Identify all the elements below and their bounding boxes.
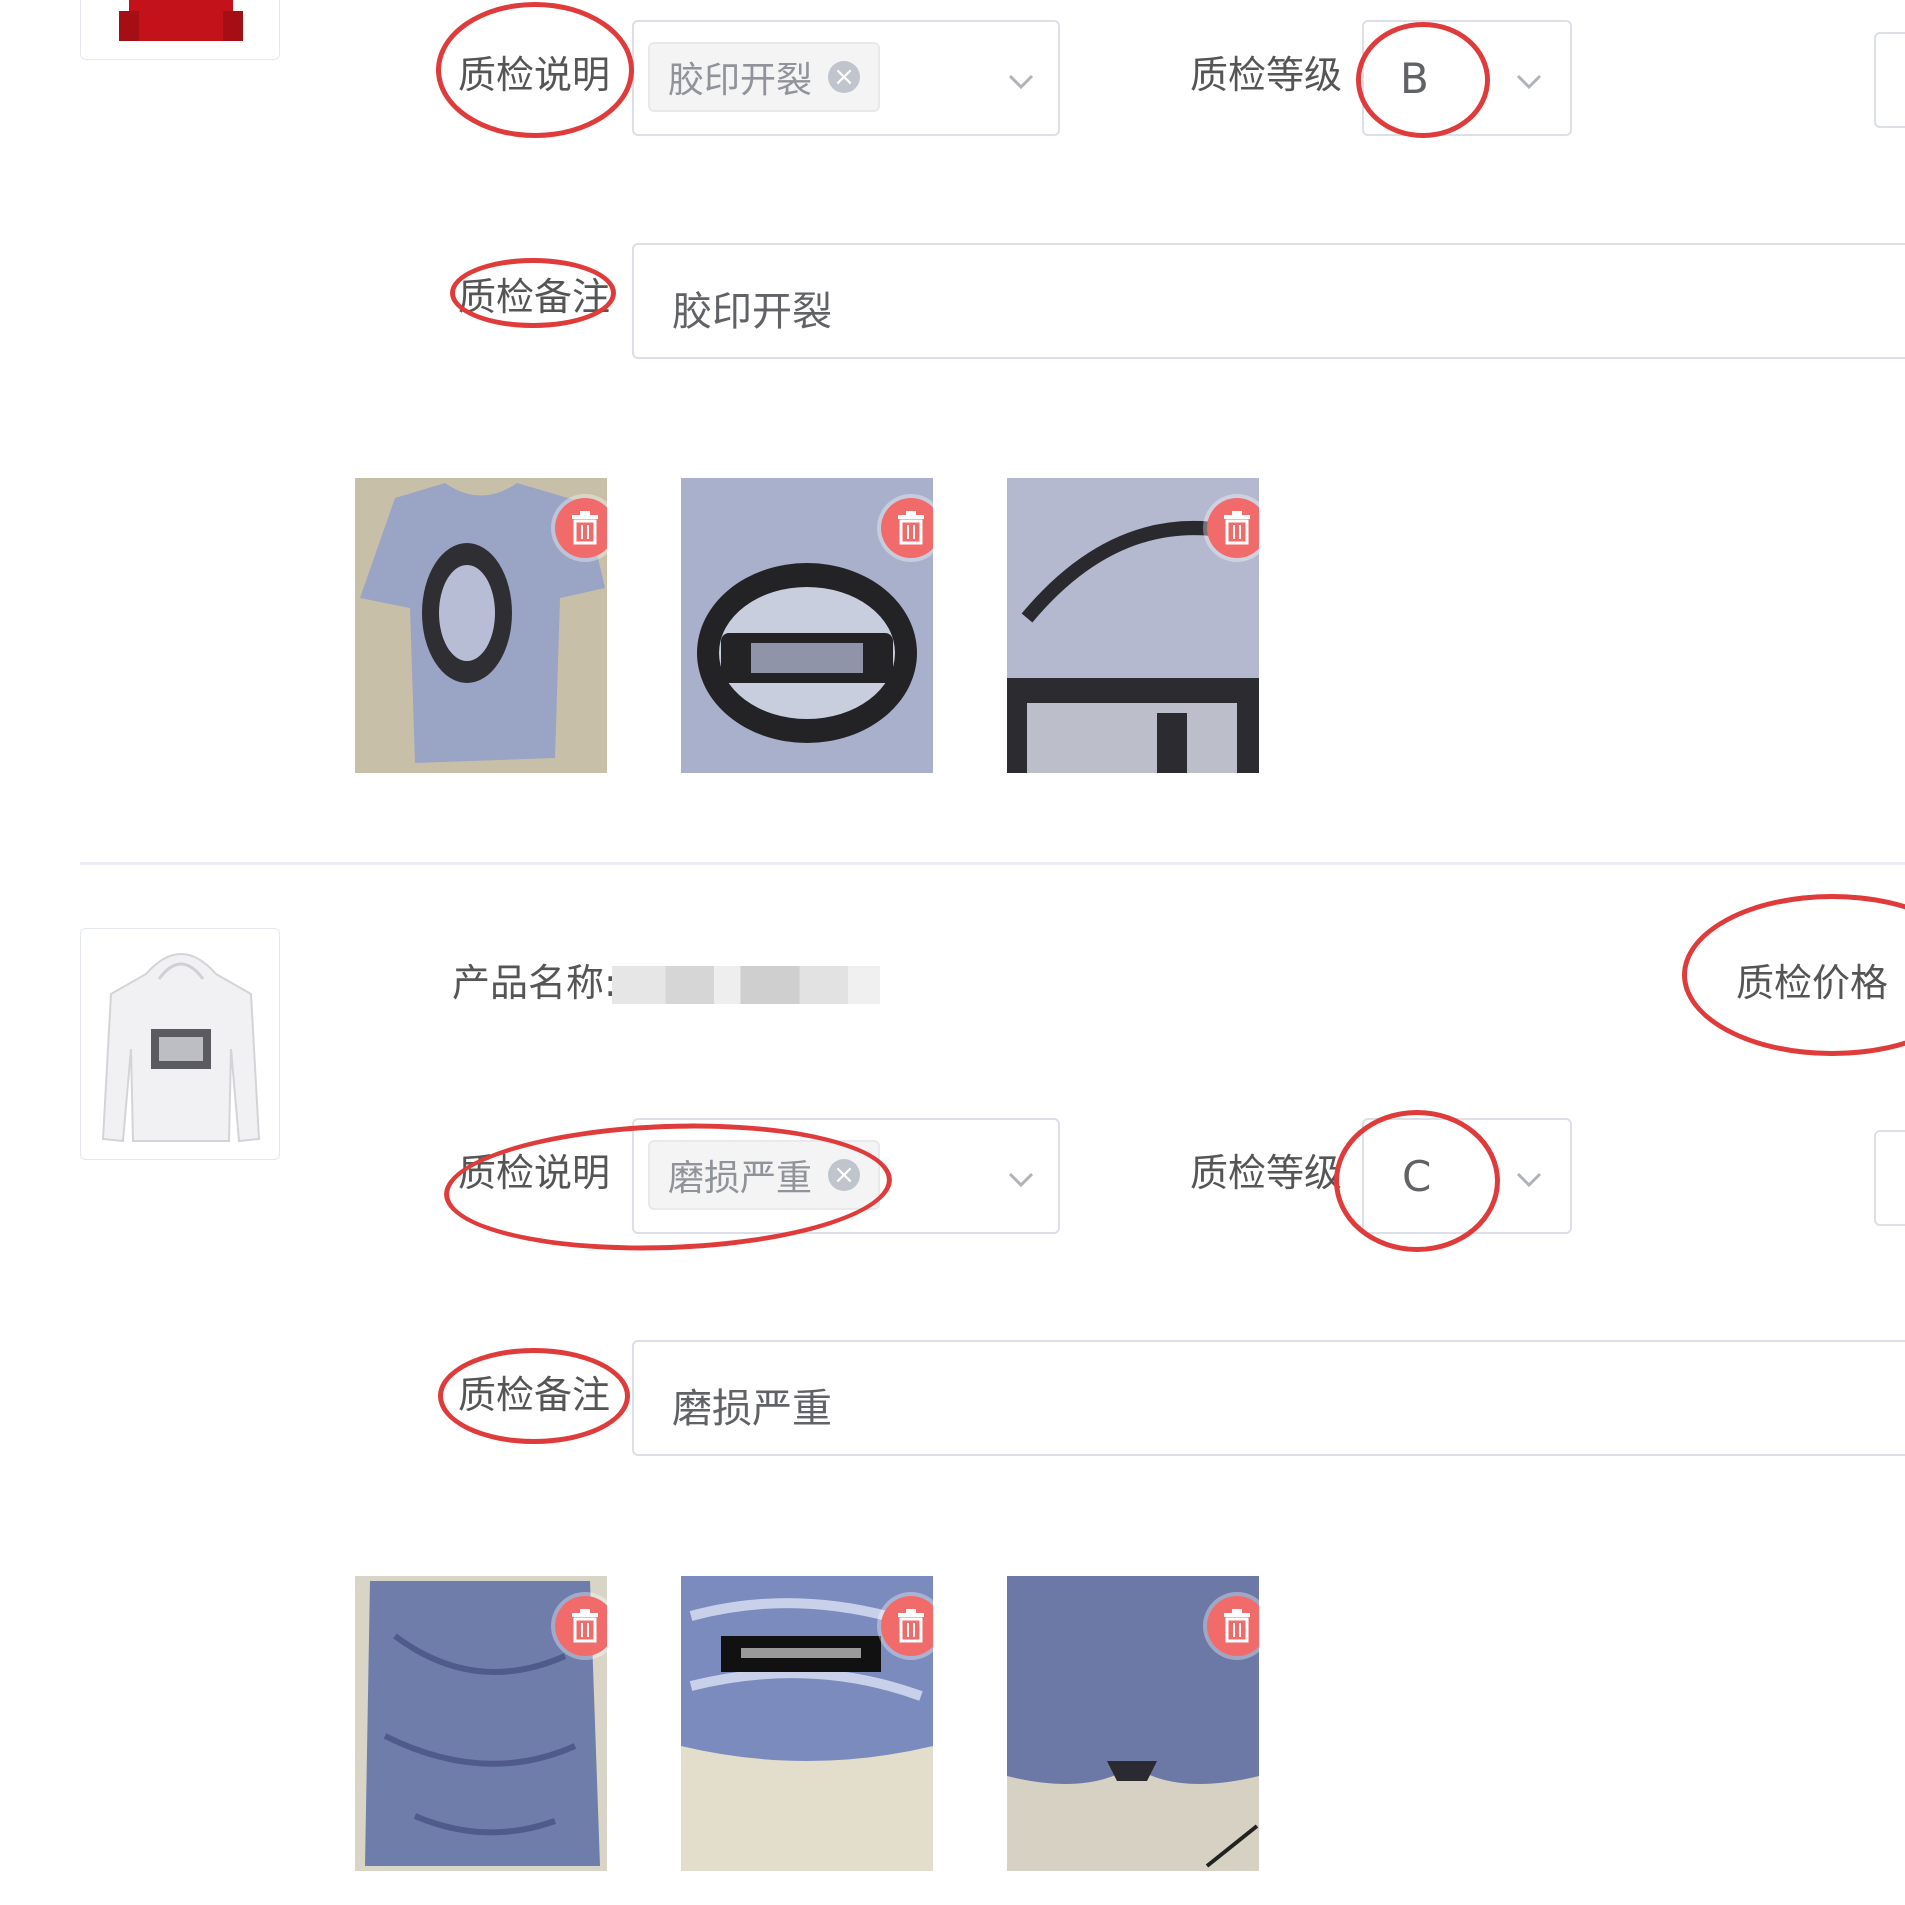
qc-desc-tag: 磨损严重 × (648, 1140, 881, 1210)
trash-icon (898, 511, 924, 545)
qc-grade-value: C (1402, 1152, 1432, 1201)
item-divider (80, 862, 1905, 865)
product-thumbnail (80, 928, 280, 1160)
qc-desc-select[interactable]: 磨损严重 × (632, 1118, 1060, 1234)
qc-desc-select[interactable]: 胶印开裂 × (632, 20, 1060, 136)
qc-photo[interactable] (355, 1576, 607, 1871)
qc-desc-tag-label: 胶印开裂 (668, 60, 813, 101)
qc-grade-label: 质检等级 (1190, 1151, 1343, 1195)
qc-note-label: 质检备注 (458, 275, 611, 319)
white-hoodie-image (101, 953, 261, 1143)
qc-grade-select[interactable]: B (1362, 20, 1572, 136)
qc-note-text: 胶印开裂 (672, 289, 832, 335)
trash-icon (572, 1609, 598, 1643)
qc-photo[interactable] (681, 478, 933, 773)
qc-grade-label: 质检等级 (1190, 53, 1343, 97)
qc-price-input[interactable] (1874, 32, 1905, 128)
chevron-down-icon (1008, 74, 1034, 90)
qc-photo[interactable] (355, 478, 607, 773)
red-sweater-image (119, 0, 243, 41)
trash-icon (1224, 1609, 1250, 1643)
qc-note-input[interactable]: 磨损严重 (632, 1340, 1905, 1456)
delete-photo-button[interactable] (1207, 498, 1259, 558)
chevron-down-icon (1516, 1172, 1542, 1188)
qc-price-label: 质检价格 (1736, 961, 1889, 1005)
trash-icon (1224, 511, 1250, 545)
product-name-redacted (612, 966, 880, 1004)
qc-grade-value: B (1400, 54, 1429, 103)
qc-desc-label: 质检说明 (458, 53, 611, 97)
qc-note-text: 磨损严重 (672, 1386, 832, 1432)
qc-desc-label: 质检说明 (458, 1151, 611, 1195)
qc-photo[interactable] (1007, 478, 1259, 773)
qc-grade-select[interactable]: C (1362, 1118, 1572, 1234)
delete-photo-button[interactable] (881, 498, 933, 558)
qc-photo[interactable] (681, 1576, 933, 1871)
qc-desc-tag: 胶印开裂 × (648, 42, 881, 112)
delete-photo-button[interactable] (1207, 1596, 1259, 1656)
chevron-down-icon (1516, 74, 1542, 90)
chevron-down-icon (1008, 1172, 1034, 1188)
delete-photo-button[interactable] (881, 1596, 933, 1656)
qc-desc-tag-label: 磨损严重 (668, 1158, 813, 1199)
qc-note-input[interactable]: 胶印开裂 (632, 243, 1905, 359)
product-thumbnail (80, 0, 280, 60)
qc-note-label: 质检备注 (458, 1373, 611, 1417)
delete-photo-button[interactable] (555, 498, 607, 558)
trash-icon (898, 1609, 924, 1643)
delete-photo-button[interactable] (555, 1596, 607, 1656)
tag-close-icon[interactable]: × (828, 61, 861, 93)
qc-photo[interactable] (1007, 1576, 1259, 1871)
trash-icon (572, 511, 598, 545)
qc-price-input[interactable] (1874, 1130, 1905, 1226)
product-name-label: 产品名称: (452, 961, 617, 1005)
tag-close-icon[interactable]: × (828, 1159, 861, 1191)
